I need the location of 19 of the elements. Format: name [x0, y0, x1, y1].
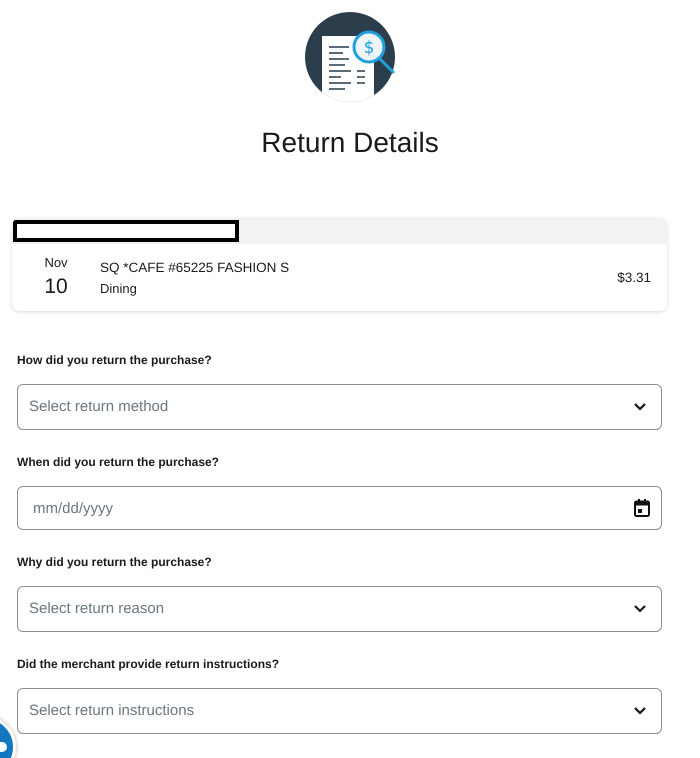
dropdown-select[interactable]: Select return instructions: [17, 688, 662, 734]
transaction-month: Nov: [44, 255, 68, 271]
merchant-name: SQ *CAFE #65225 FASHION S: [100, 258, 290, 276]
dropdown-select[interactable]: Select return method: [17, 384, 662, 430]
chevron-down-icon: [634, 605, 646, 613]
field-label: Why did you return the purchase?: [17, 554, 212, 571]
transaction-category: Dining: [100, 280, 137, 296]
date-input-field[interactable]: mm/dd/yyyy: [17, 486, 662, 530]
transaction-day: 10: [44, 274, 68, 300]
field-label: When did you return the purchase?: [17, 454, 220, 471]
field-label: Did the merchant provide return instructions?: [17, 656, 280, 673]
transaction-amount: $3.31: [617, 268, 651, 286]
dollar-symbol: $: [364, 38, 374, 58]
dropdown-select[interactable]: Select return reason: [17, 586, 662, 632]
calendar-icon: [634, 499, 650, 517]
page-title: Return Details: [261, 126, 439, 160]
chevron-down-icon: [634, 707, 646, 715]
chevron-down-icon: [634, 403, 646, 411]
field-label: How did you return the purchase?: [17, 352, 212, 369]
